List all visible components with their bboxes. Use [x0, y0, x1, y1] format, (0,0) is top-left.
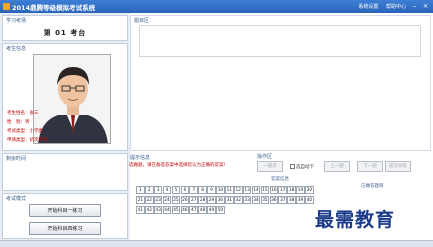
question-number-cell[interactable]: 33: [242, 196, 252, 204]
remaining-time-panel: 剩余时间: [2, 153, 128, 191]
question-number-cell[interactable]: 37: [278, 196, 288, 204]
candidate-exam-type: 考试类型：小学类: [7, 129, 43, 134]
question-number-cell[interactable]: 5: [171, 186, 181, 194]
question-number-cell[interactable]: 10: [216, 186, 225, 194]
question-number-cell[interactable]: 17: [278, 186, 288, 194]
exam-seat-panel: 学习考场 第 01 考台: [2, 15, 128, 41]
next-question-button[interactable]: 下一题: [357, 161, 383, 172]
question-number-cell[interactable]: 31: [225, 196, 234, 204]
question-number-cell[interactable]: 46: [180, 206, 190, 214]
question-number-cell[interactable]: 19: [296, 186, 305, 194]
question-number-cell[interactable]: 15: [260, 186, 270, 194]
question-number-cell[interactable]: 6: [180, 186, 190, 194]
question-number-cell[interactable]: 30: [216, 196, 225, 204]
question-number-cell[interactable]: 47: [189, 206, 199, 214]
question-number-cell[interactable]: 42: [144, 206, 154, 214]
submit-exam-button[interactable]: 提交试卷: [385, 161, 411, 172]
question-number-cell[interactable]: 12: [233, 186, 243, 194]
panel-title: 学习考场: [6, 18, 27, 24]
question-text-box: [139, 25, 421, 57]
person-portrait-icon: [34, 55, 110, 143]
question-number-cell[interactable]: 16: [269, 186, 279, 194]
question-number-cell[interactable]: 20: [305, 186, 314, 194]
question-number-cell[interactable]: 21: [136, 196, 145, 204]
prev-question-button[interactable]: 上一题: [324, 161, 350, 172]
question-number-cell[interactable]: 28: [198, 196, 207, 204]
close-icon[interactable]: ×: [421, 2, 430, 11]
start-subject-four-button[interactable]: 开始科目四练习: [29, 222, 101, 235]
question-number-cell[interactable]: 44: [162, 206, 172, 214]
question-number-cell[interactable]: 14: [251, 186, 261, 194]
completed-questions-title: 已做答题目: [361, 184, 384, 189]
top-menu: 系统设置 帮助中心: [352, 3, 406, 10]
question-area-panel: 题目区: [130, 15, 431, 151]
question-number-cell[interactable]: 38: [287, 196, 296, 204]
auto-next-checkbox[interactable]: [290, 164, 295, 169]
question-number-cell[interactable]: 50: [216, 206, 225, 214]
question-number-cell[interactable]: 48: [198, 206, 207, 214]
question-number-cell[interactable]: 27: [189, 196, 199, 204]
question-number-cell[interactable]: 36: [269, 196, 279, 204]
watermark: 最需教育: [315, 209, 396, 231]
candidate-info-panel: 考生信息 考生姓名：张三 性 别：男 考试类型：小学类 申请类型：初次申请: [2, 43, 128, 151]
window-title: 2014鼎腾等级模拟考试系统: [12, 3, 96, 12]
answer-info-title: 答案信息: [271, 177, 289, 182]
status-bar: [0, 240, 433, 247]
candidate-name: 考生姓名：张三: [7, 111, 39, 116]
question-number-cell[interactable]: 35: [260, 196, 270, 204]
question-number-cell[interactable]: 26: [180, 196, 190, 204]
hint-text: 选做题，请在备选答案中选择您认为正确的答案！: [129, 163, 228, 168]
question-number-cell[interactable]: 34: [251, 196, 261, 204]
menu-system-settings[interactable]: 系统设置: [358, 4, 378, 10]
question-number-cell[interactable]: 41: [136, 206, 145, 214]
question-number-cell[interactable]: 45: [171, 206, 181, 214]
question-number-cell[interactable]: 1: [136, 186, 145, 194]
candidate-apply-type: 申请类型：初次申请: [7, 138, 48, 143]
question-number-cell[interactable]: 11: [225, 186, 234, 194]
question-number-cell[interactable]: 9: [207, 186, 216, 194]
question-number-cell[interactable]: 43: [153, 206, 163, 214]
menu-help-center[interactable]: 帮助中心: [386, 4, 406, 10]
question-number-cell[interactable]: 7: [189, 186, 199, 194]
auto-next-label: 选自动下: [296, 165, 314, 170]
question-number-cell[interactable]: 2: [144, 186, 154, 194]
operation-title: 操作区: [257, 154, 273, 160]
exam-mode-panel: 考试模式 开始科目一练习 开始科目四练习: [2, 193, 128, 239]
candidate-gender: 性 别：男: [7, 120, 30, 125]
seat-number: 第 01 考台: [43, 29, 87, 37]
question-number-cell[interactable]: 22: [144, 196, 154, 204]
question-number-cell[interactable]: 32: [233, 196, 243, 204]
question-number-cell[interactable]: 3: [153, 186, 163, 194]
question-number-cell[interactable]: 23: [153, 196, 163, 204]
title-bar: 2014鼎腾等级模拟考试系统 系统设置 帮助中心 – ×: [0, 0, 433, 13]
question-number-cell[interactable]: 40: [305, 196, 314, 204]
candidate-photo: [33, 54, 111, 144]
app-icon: [3, 3, 10, 10]
first-question-button[interactable]: 一题示: [257, 161, 283, 172]
question-number-cell[interactable]: 39: [296, 196, 305, 204]
panel-title: 题目区: [134, 18, 150, 24]
panel-title: 剩余时间: [6, 156, 27, 162]
question-number-cell[interactable]: 24: [162, 196, 172, 204]
question-number-cell[interactable]: 13: [242, 186, 252, 194]
minimize-icon[interactable]: –: [410, 2, 419, 11]
question-number-cell[interactable]: 4: [162, 186, 172, 194]
panel-title: 考生信息: [6, 46, 27, 52]
question-number-cell[interactable]: 25: [171, 196, 181, 204]
start-subject-one-button[interactable]: 开始科目一练习: [29, 204, 101, 217]
question-number-cell[interactable]: 29: [207, 196, 216, 204]
question-number-cell[interactable]: 49: [207, 206, 216, 214]
panel-title: 考试模式: [6, 196, 27, 202]
panel-title: 提示信息: [130, 155, 151, 161]
question-number-cell[interactable]: 18: [287, 186, 296, 194]
question-number-cell[interactable]: 8: [198, 186, 207, 194]
